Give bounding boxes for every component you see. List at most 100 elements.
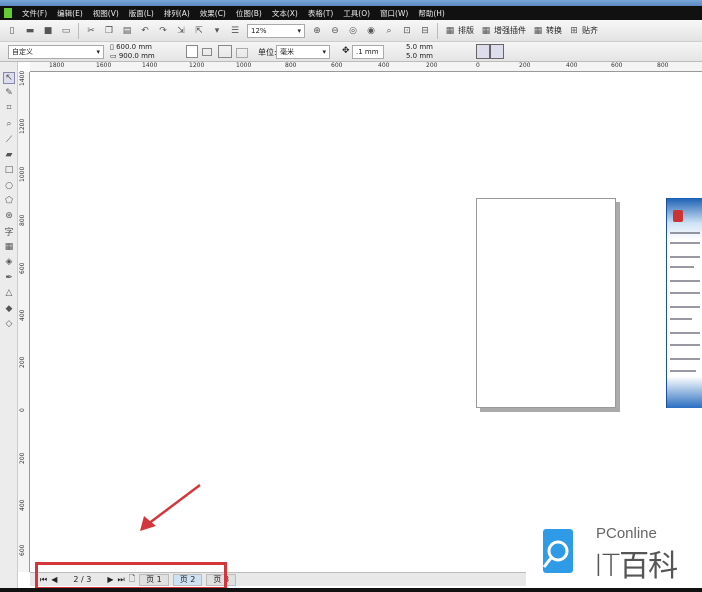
zoom-width-icon[interactable]: ⊡ xyxy=(401,25,413,37)
zoom-in-icon[interactable]: ⊕ xyxy=(311,25,323,37)
eyedropper-icon[interactable]: ✒ xyxy=(3,272,15,284)
export-icon[interactable]: ⇱ xyxy=(193,25,205,37)
snap-options-button[interactable] xyxy=(490,44,504,59)
ruler-label: 1800 xyxy=(49,62,65,69)
zoom-page-icon[interactable]: ⌕ xyxy=(383,25,395,37)
paste-icon[interactable]: ▤ xyxy=(121,25,133,37)
ruler-label: 800 xyxy=(657,62,669,69)
landscape-button[interactable] xyxy=(202,48,212,56)
app-icon xyxy=(4,8,12,18)
ruler-label: 1400 xyxy=(142,62,158,69)
ruler-label: 400 xyxy=(19,309,26,321)
menu-text[interactable]: 文本(X) xyxy=(272,8,298,19)
ruler-label: 1400 xyxy=(19,70,26,86)
duplicate-x-field[interactable]: 5.0 mm xyxy=(406,43,433,51)
portrait-button[interactable] xyxy=(186,45,198,58)
shape-tool-icon[interactable]: ✎ xyxy=(3,87,15,99)
nudge-icon: ✥ xyxy=(342,46,350,56)
adjacent-page-poster[interactable] xyxy=(666,198,702,408)
interactive-tool-icon[interactable]: ◈ xyxy=(3,256,15,268)
nudge-field[interactable]: .1 mm xyxy=(352,45,384,59)
import-icon[interactable]: ⇲ xyxy=(175,25,187,37)
menu-arrange[interactable]: 排列(A) xyxy=(164,8,190,19)
menu-bitmaps[interactable]: 位图(B) xyxy=(236,8,262,19)
redo-icon[interactable]: ↷ xyxy=(157,25,169,37)
zoom-all-icon[interactable]: ◉ xyxy=(365,25,377,37)
page-preset-select[interactable]: 自定义 ▾ xyxy=(8,45,104,59)
menu-layout[interactable]: 版面(L) xyxy=(129,8,154,19)
page-height-field[interactable]: ▭ 900.0 mm xyxy=(110,52,155,60)
brand-text: PConline xyxy=(596,525,657,542)
typeset-button[interactable]: ▦ 排版 xyxy=(444,25,474,37)
zoom-out-icon[interactable]: ⊖ xyxy=(329,25,341,37)
freehand-tool-icon[interactable]: ⟋ xyxy=(3,134,15,146)
ruler-label: 200 xyxy=(19,452,26,464)
enhance-plugin-button[interactable]: ▦ 增强插件 xyxy=(480,25,526,37)
cut-icon[interactable]: ✂ xyxy=(85,25,97,37)
ruler-label: 600 xyxy=(611,62,623,69)
ruler-label: 0 xyxy=(476,62,480,69)
app-launcher-icon[interactable]: ▾ xyxy=(211,25,223,37)
print-icon[interactable]: ▭ xyxy=(60,25,72,37)
rectangle-tool-icon[interactable]: □ xyxy=(3,164,15,176)
snap-button[interactable]: ⊞ 贴齐 xyxy=(568,25,598,37)
treat-as-filled-button[interactable] xyxy=(476,44,490,59)
zoom-level-select[interactable]: 12% ▾ xyxy=(247,23,305,38)
highlight-box xyxy=(35,562,227,590)
ruler-label: 600 xyxy=(19,544,26,556)
menu-help[interactable]: 帮助(H) xyxy=(418,8,445,19)
menu-effects[interactable]: 效果(C) xyxy=(200,8,226,19)
table-tool-icon[interactable]: ▦ xyxy=(3,241,15,253)
menu-table[interactable]: 表格(T) xyxy=(308,8,333,19)
menu-window[interactable]: 窗口(W) xyxy=(380,8,408,19)
copy-icon[interactable]: ❐ xyxy=(103,25,115,37)
page-width-field[interactable]: ▯ 600.0 mm xyxy=(110,43,152,51)
all-pages-button[interactable] xyxy=(218,45,232,58)
current-page-button[interactable] xyxy=(236,48,248,58)
interactive-fill-icon[interactable]: ◇ xyxy=(3,318,15,330)
text-tool-icon[interactable]: 字 xyxy=(3,225,15,238)
crop-tool-icon[interactable]: ⌗ xyxy=(3,102,15,114)
standard-toolbar: ▯ ▬ ■ ▭ ✂ ❐ ▤ ↶ ↷ ⇲ ⇱ ▾ ☰ 12% ▾ ⊕ ⊖ ◎ ◉ ⌕… xyxy=(0,20,702,42)
open-icon[interactable]: ▬ xyxy=(24,25,36,37)
ruler-label: 400 xyxy=(378,62,390,69)
save-icon[interactable]: ■ xyxy=(42,25,54,37)
property-bar: 自定义 ▾ ▯ 600.0 mm ▭ 900.0 mm 单位: 毫米 ▾ ✥ .1 … xyxy=(0,42,702,62)
menu-view[interactable]: 视图(V) xyxy=(93,8,119,19)
vertical-ruler[interactable]: 1400 1200 1000 800 600 400 200 0 200 400… xyxy=(18,70,30,572)
ruler-label: 200 xyxy=(519,62,531,69)
polygon-tool-icon[interactable]: ⬠ xyxy=(3,195,15,207)
menu-tools[interactable]: 工具(O) xyxy=(343,8,370,19)
ruler-label: 200 xyxy=(426,62,438,69)
horizontal-ruler[interactable]: 1800 1600 1400 1200 1000 800 600 400 200… xyxy=(30,62,702,72)
convert-button[interactable]: ▦ 转换 xyxy=(532,25,562,37)
zoom-selected-icon[interactable]: ◎ xyxy=(347,25,359,37)
ruler-label: 1000 xyxy=(19,166,26,182)
menu-edit[interactable]: 编辑(E) xyxy=(57,8,83,19)
options-icon[interactable]: ☰ xyxy=(229,25,241,37)
ellipse-tool-icon[interactable]: ○ xyxy=(3,180,15,192)
magnifier-logo-icon xyxy=(542,529,573,573)
ruler-label: 400 xyxy=(566,62,578,69)
smart-fill-icon[interactable]: ▰ xyxy=(3,149,15,161)
ruler-label: 400 xyxy=(19,499,26,511)
menu-file[interactable]: 文件(F) xyxy=(22,8,47,19)
unit-label: 单位: xyxy=(258,48,277,57)
current-page[interactable] xyxy=(476,198,616,408)
zoom-height-icon[interactable]: ⊟ xyxy=(419,25,431,37)
ruler-label: 600 xyxy=(331,62,343,69)
pick-tool-icon[interactable]: ↖ xyxy=(3,72,15,84)
fill-tool-icon[interactable]: ◆ xyxy=(3,303,15,315)
ruler-label: 800 xyxy=(285,62,297,69)
toolbox: ↖ ✎ ⌗ ⌕ ⟋ ▰ □ ○ ⬠ ⊛ 字 ▦ ◈ ✒ △ ◆ ◇ xyxy=(0,62,18,588)
unit-select[interactable]: 毫米 ▾ xyxy=(276,45,330,59)
new-icon[interactable]: ▯ xyxy=(6,25,18,37)
duplicate-y-field[interactable]: 5.0 mm xyxy=(406,52,433,60)
ruler-label: 0 xyxy=(19,408,26,412)
basic-shapes-icon[interactable]: ⊛ xyxy=(3,210,15,222)
brand-name: IT百科 xyxy=(594,549,678,584)
ruler-label: 600 xyxy=(19,262,26,274)
undo-icon[interactable]: ↶ xyxy=(139,25,151,37)
outline-tool-icon[interactable]: △ xyxy=(3,287,15,299)
zoom-tool-icon[interactable]: ⌕ xyxy=(3,118,15,130)
